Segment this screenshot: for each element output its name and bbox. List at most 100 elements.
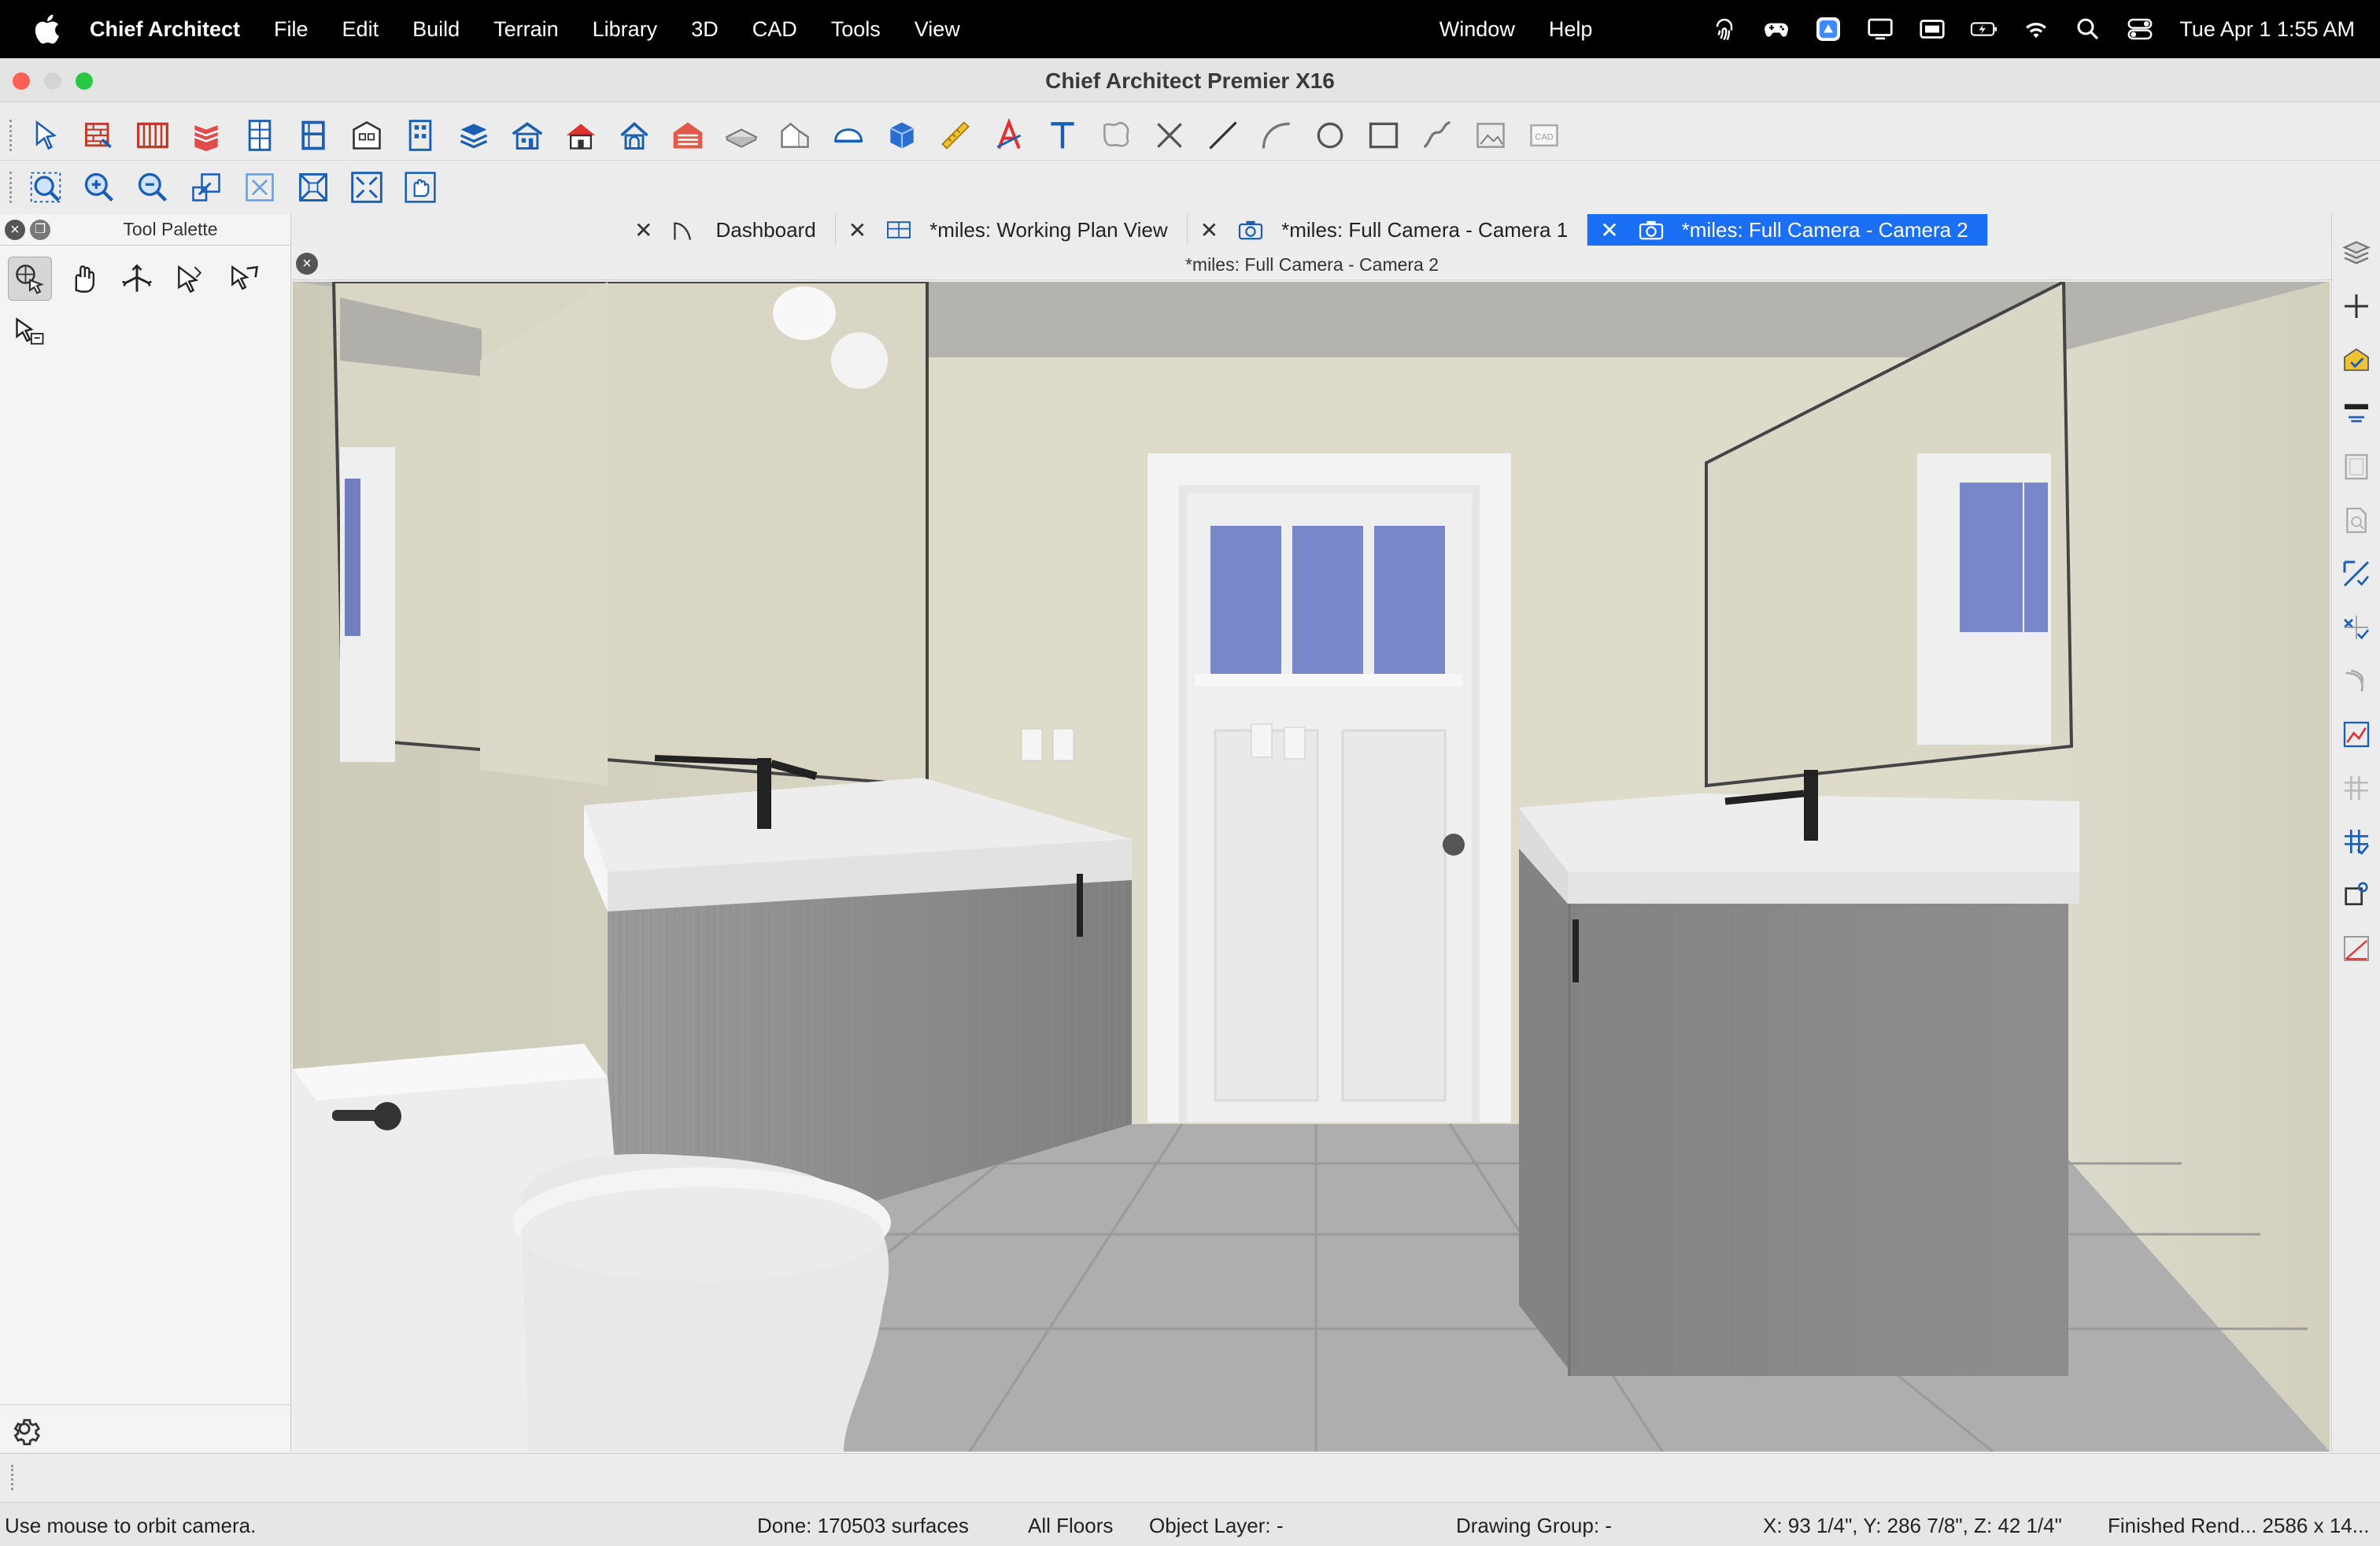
control-center-icon[interactable] — [2126, 15, 2154, 43]
spin-camera-tool[interactable] — [8, 310, 52, 354]
railing-button[interactable] — [132, 115, 173, 156]
menu-cad[interactable]: CAD — [752, 17, 797, 42]
move-camera-tool[interactable] — [115, 257, 159, 301]
layers-button[interactable] — [2337, 233, 2376, 272]
select-objects-button[interactable] — [25, 115, 66, 156]
menubar-clock[interactable]: Tue Apr 1 1:55 AM — [2179, 17, 2355, 42]
angle-button[interactable] — [2337, 929, 2376, 968]
spline-button[interactable] — [1417, 115, 1458, 156]
fill-building-button[interactable] — [293, 167, 334, 208]
close-tab-icon[interactable]: ✕ — [634, 217, 652, 243]
menu-build[interactable]: Build — [412, 17, 460, 42]
door-button[interactable] — [293, 115, 334, 156]
add-button[interactable] — [2337, 287, 2376, 326]
fingerprint-icon[interactable] — [1710, 15, 1739, 43]
arc-button[interactable] — [1256, 115, 1297, 156]
dormer-button[interactable] — [614, 115, 655, 156]
menu-library[interactable]: Library — [593, 17, 658, 42]
toolbar-grip[interactable] — [9, 172, 14, 203]
dock-grip[interactable] — [11, 1465, 14, 1490]
menu-app-name[interactable]: Chief Architect — [90, 17, 240, 42]
roof-button[interactable] — [560, 115, 601, 156]
window-button[interactable] — [346, 115, 387, 156]
panel-button[interactable] — [2337, 447, 2376, 486]
shelf-button[interactable] — [828, 115, 869, 156]
zoom-out-button[interactable] — [132, 167, 173, 208]
tilt-camera-tool[interactable] — [168, 257, 213, 301]
search-icon[interactable] — [2074, 15, 2102, 43]
picture-button[interactable] — [1470, 115, 1511, 156]
close-icon[interactable]: × — [5, 219, 25, 240]
toolbar-grip[interactable] — [9, 119, 14, 151]
display-icon[interactable] — [1866, 15, 1894, 43]
wall-tool-button[interactable] — [79, 115, 120, 156]
ceiling-button[interactable] — [774, 115, 815, 156]
pivot-camera-tool[interactable] — [222, 257, 266, 301]
menu-help[interactable]: Help — [1549, 17, 1593, 42]
snap-grid-icon — [2344, 830, 2369, 855]
menu-file[interactable]: File — [274, 17, 309, 42]
battery-icon[interactable] — [1970, 15, 1998, 43]
stairs-button[interactable] — [186, 115, 227, 156]
grid-button[interactable] — [2337, 768, 2376, 808]
float-icon[interactable]: ❐ — [30, 219, 50, 240]
close-tab-icon[interactable]: ✕ — [1200, 217, 1218, 243]
text-button[interactable] — [1042, 115, 1083, 156]
app-icon[interactable] — [1814, 15, 1842, 43]
menu-tools[interactable]: Tools — [831, 17, 881, 42]
cad-block-button[interactable]: CAD — [1524, 115, 1565, 156]
node-button[interactable] — [2337, 875, 2376, 915]
level-button[interactable] — [2337, 394, 2376, 433]
camera-view-canvas[interactable] — [293, 282, 2330, 1452]
menu-terrain[interactable]: Terrain — [493, 17, 559, 42]
dimension-check-button[interactable] — [2337, 554, 2376, 594]
chart-button[interactable] — [2337, 715, 2376, 754]
x-line-button[interactable] — [1149, 115, 1190, 156]
box-3d-button[interactable] — [881, 115, 922, 156]
status-object-layer[interactable]: Object Layer: - — [1149, 1514, 1284, 1538]
building-button[interactable] — [400, 115, 441, 156]
cabinet-button[interactable] — [239, 115, 280, 156]
menu-3d[interactable]: 3D — [691, 17, 719, 42]
fill-window-button[interactable] — [239, 167, 280, 208]
status-floors[interactable]: All Floors — [1028, 1514, 1113, 1538]
text-style-button[interactable] — [989, 115, 1029, 156]
apple-logo-icon[interactable] — [31, 12, 66, 46]
undo-zoom-button[interactable] — [186, 167, 227, 208]
menu-edit[interactable]: Edit — [342, 17, 379, 42]
status-drawing-group[interactable]: Drawing Group: - — [1456, 1514, 1612, 1538]
close-tab-icon[interactable]: ✕ — [1600, 217, 1618, 243]
pan-hand-tool[interactable] — [61, 257, 105, 301]
tab-camera-2[interactable]: ✕ *miles: Full Camera - Camera 2 — [1587, 214, 1988, 246]
menu-window[interactable]: Window — [1439, 17, 1515, 42]
gamepad-icon[interactable] — [1762, 15, 1791, 43]
line-button[interactable] — [1203, 115, 1244, 156]
material-button[interactable] — [2337, 340, 2376, 379]
orbit-camera-tool[interactable] — [8, 257, 52, 301]
callout-button[interactable] — [1096, 115, 1136, 156]
tab-working-plan-view[interactable]: ✕ *miles: Working Plan View — [836, 214, 1188, 246]
zoom-window-button[interactable] — [25, 167, 66, 208]
dimension-button[interactable] — [935, 115, 976, 156]
circle-button[interactable] — [1310, 115, 1351, 156]
garage-button[interactable] — [667, 115, 708, 156]
close-tab-icon[interactable]: ✕ — [848, 217, 867, 243]
snap-grid-button[interactable] — [2337, 822, 2376, 861]
page-search-button[interactable] — [2337, 501, 2376, 540]
house-button[interactable] — [507, 115, 548, 156]
pan-button[interactable] — [400, 167, 441, 208]
floor-button[interactable] — [453, 115, 494, 156]
fit-screen-button[interactable] — [346, 167, 387, 208]
stairs-icon — [194, 124, 219, 151]
tab-camera-1[interactable]: ✕ *miles: Full Camera - Camera 1 — [1188, 214, 1588, 246]
grid-check-button[interactable] — [2337, 608, 2376, 647]
curve-button[interactable] — [2337, 661, 2376, 701]
wifi-icon[interactable] — [2022, 15, 2050, 43]
tab-dashboard[interactable]: ✕ Dashboard — [622, 214, 836, 246]
gear-icon[interactable] — [8, 1412, 41, 1445]
rectangle-button[interactable] — [1363, 115, 1404, 156]
zoom-in-button[interactable] — [79, 167, 120, 208]
menu-view[interactable]: View — [915, 17, 960, 42]
slab-button[interactable] — [721, 115, 762, 156]
window-icon[interactable] — [1918, 15, 1946, 43]
